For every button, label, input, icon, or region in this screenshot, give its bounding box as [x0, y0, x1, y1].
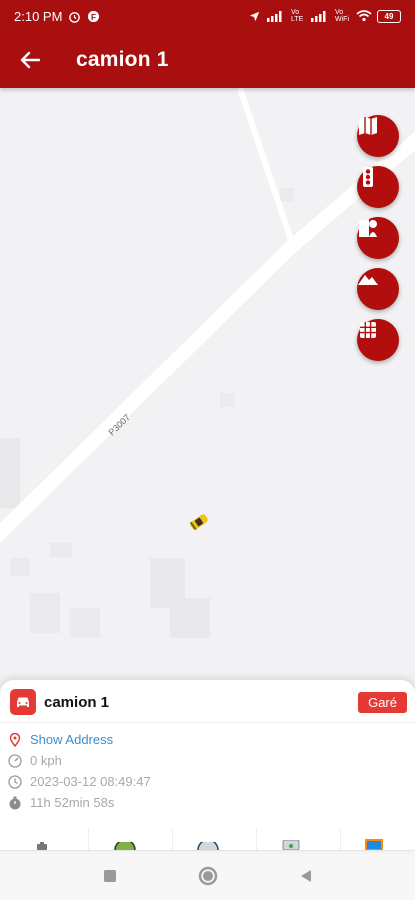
map-building [0, 438, 20, 508]
map-building [30, 593, 60, 633]
action-bar [0, 824, 415, 850]
map-building [280, 188, 294, 202]
map-side-road [237, 88, 295, 244]
status-bar: 2:10 PM F Vo LTE Vo WiFi 49 [0, 0, 415, 32]
signal-icon-2 [311, 11, 326, 22]
phone-icon [282, 840, 299, 850]
map-building [50, 543, 72, 557]
status-badge: Garé [358, 691, 407, 713]
recents-button[interactable] [100, 866, 120, 886]
address-label: Show Address [30, 732, 114, 747]
page-title: camion 1 [76, 48, 169, 71]
map-building [170, 598, 210, 638]
location-arrow-icon [249, 11, 260, 21]
map-building [220, 393, 234, 407]
duration-value: 11h 52min 58s [30, 795, 115, 810]
speed-row: 0 kph [0, 750, 415, 771]
wifi-icon [356, 10, 372, 22]
traffic-light-icon [363, 167, 373, 187]
clock-icon [8, 774, 22, 789]
system-nav-bar [0, 850, 415, 900]
arrow-left-icon [20, 51, 40, 69]
map-type-button[interactable] [357, 115, 399, 157]
terrain-icon [358, 275, 378, 285]
traffic-button[interactable] [357, 166, 399, 208]
vehicle-name: camion 1 [44, 693, 110, 711]
engine-icon [36, 842, 47, 850]
vehicle-header: camion 1 Garé [0, 680, 415, 718]
volte-label: Vo LTE [291, 9, 304, 23]
back-button[interactable] [0, 32, 60, 88]
speed-value: 0 kph [30, 753, 62, 768]
vehicle-info-panel: camion 1 Garé Show Address 0 kph 2023-03… [0, 680, 415, 850]
action-engine-button[interactable] [22, 824, 62, 850]
action-phone-button[interactable] [271, 824, 311, 850]
signal-icon [267, 11, 282, 22]
map-main-road [0, 131, 415, 543]
map-building [10, 558, 30, 576]
back-nav-button[interactable] [296, 866, 316, 886]
divider [0, 722, 415, 723]
car-marker-icon[interactable] [189, 513, 209, 531]
street-view-icon [359, 219, 377, 237]
battery-level: 49 [384, 11, 394, 21]
gauge-icon [113, 842, 136, 850]
media-icon [364, 839, 383, 850]
home-button[interactable] [198, 866, 218, 886]
terrain-button[interactable] [357, 268, 399, 310]
square-icon [103, 869, 116, 882]
map-view[interactable]: P3007 [0, 88, 415, 688]
show-address-link[interactable]: Show Address [0, 729, 415, 750]
map-layers-icon [359, 117, 377, 135]
duration-row: 11h 52min 58s [0, 792, 415, 813]
svg-text:F: F [91, 11, 96, 21]
action-media-button[interactable] [354, 824, 394, 850]
dial-icon [196, 842, 219, 850]
app-notification-icon: F [88, 10, 100, 22]
battery-icon: 49 [377, 9, 401, 23]
app-bar: camion 1 [0, 32, 415, 88]
map-building [70, 608, 100, 638]
map-canvas: P3007 [0, 88, 415, 638]
car-icon [10, 689, 36, 715]
grid-button[interactable] [357, 319, 399, 361]
datetime-row: 2023-03-12 08:49:47 [0, 771, 415, 792]
triangle-back-icon [300, 869, 311, 882]
alarm-icon [69, 11, 81, 23]
stopwatch-icon [8, 796, 22, 810]
action-dial-button[interactable] [188, 824, 228, 850]
location-pin-icon [8, 732, 22, 747]
action-gauge-button[interactable] [105, 824, 145, 850]
grid-icon [360, 322, 376, 338]
speedometer-icon [8, 753, 22, 768]
status-time: 2:10 PM [14, 8, 63, 24]
vowifi-label: Vo WiFi [335, 9, 349, 23]
circle-icon [198, 866, 217, 885]
datetime-value: 2023-03-12 08:49:47 [30, 774, 151, 789]
street-view-button[interactable] [357, 217, 399, 259]
